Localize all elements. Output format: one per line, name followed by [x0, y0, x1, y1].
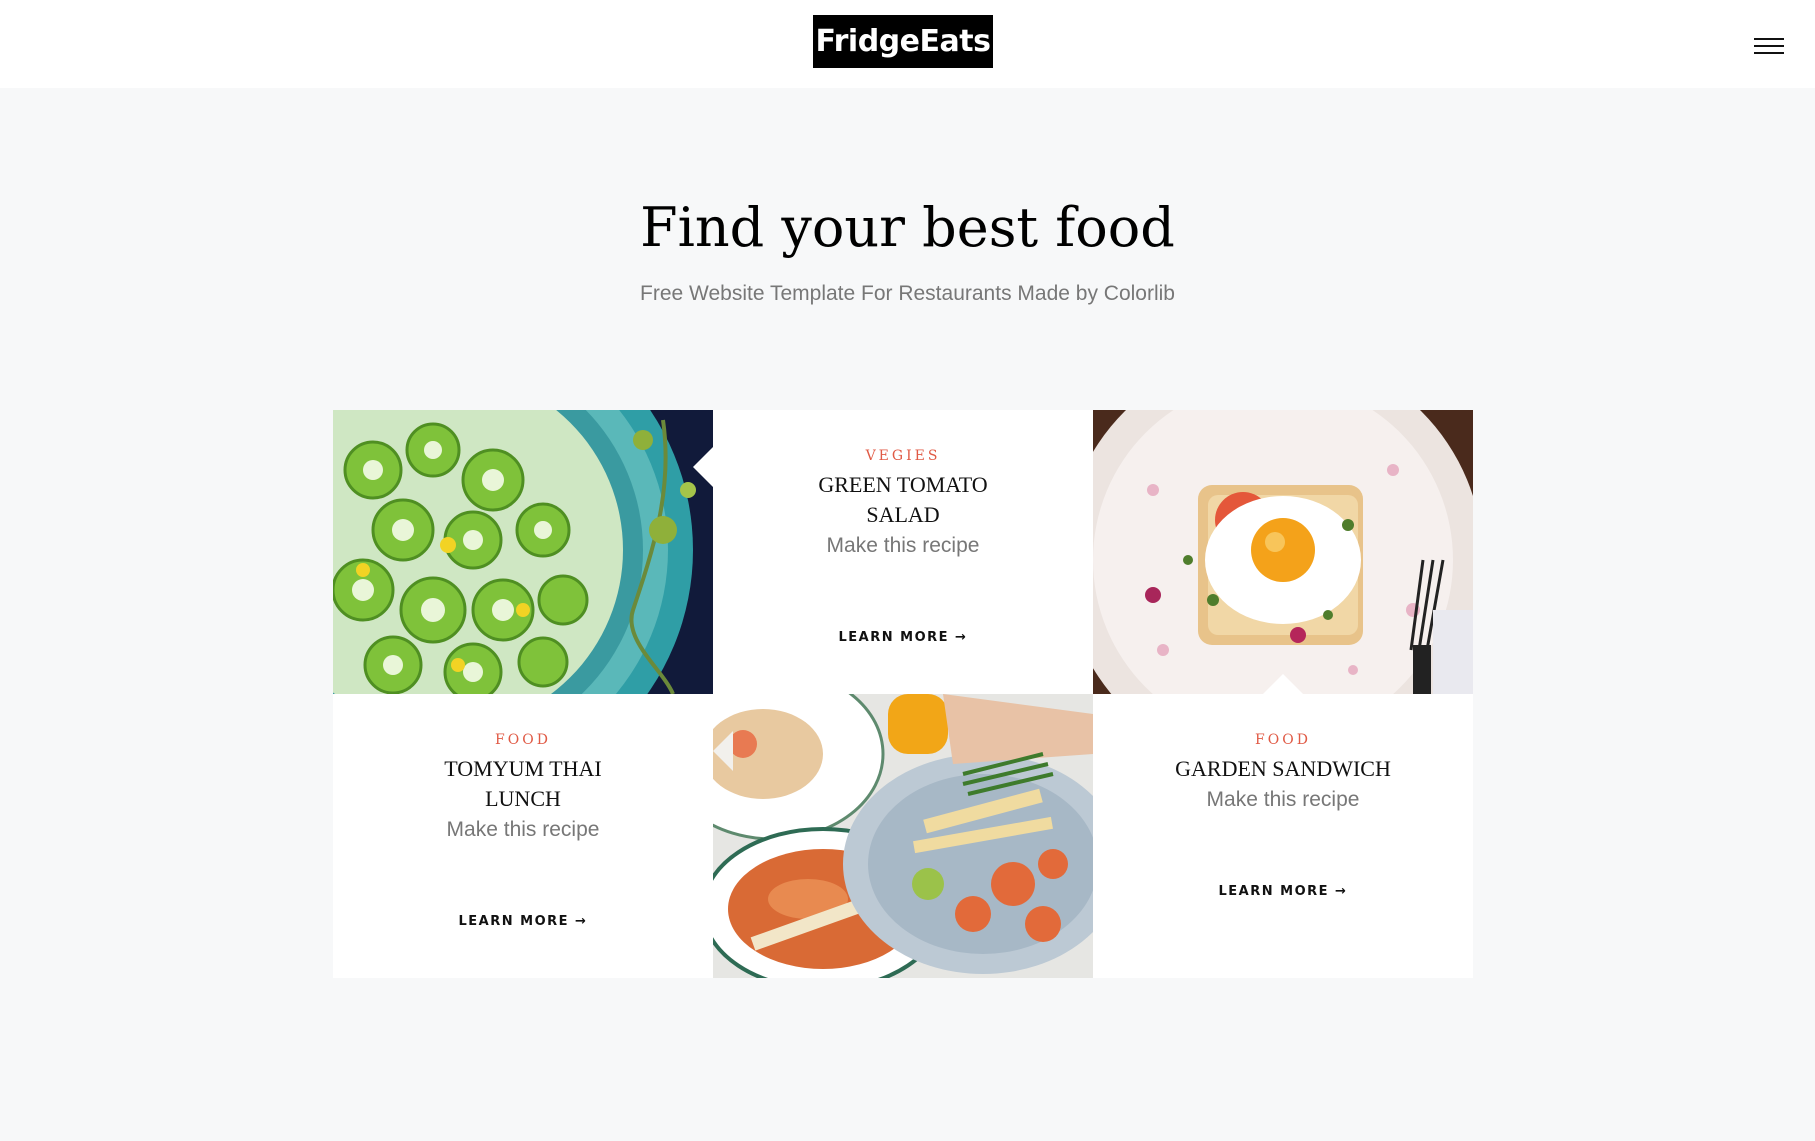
green-tomato-salad-photo: [333, 410, 713, 694]
recipe-category: FOOD: [495, 732, 551, 748]
egg-sandwich-photo: [1093, 410, 1473, 694]
page-title: Find your best food: [640, 196, 1175, 259]
recipe-card-garden-sandwich: FOOD GARDEN SANDWICH Make this recipe LE…: [1093, 694, 1473, 978]
recipe-title[interactable]: TOMYUM THAI LUNCH: [333, 754, 713, 814]
recipe-card-tomyum-thai-lunch: FOOD TOMYUM THAI LUNCH Make this recipe …: [333, 694, 713, 978]
recipe-title[interactable]: GARDEN SANDWICH: [1093, 754, 1473, 784]
recipe-description: Make this recipe: [826, 534, 980, 557]
hamburger-menu-icon[interactable]: [1754, 37, 1786, 57]
recipe-description: Make this recipe: [446, 818, 600, 841]
thai-lunch-photo: [713, 694, 1093, 978]
site-logo[interactable]: FridgeEats: [813, 15, 993, 68]
page-subtitle: Free Website Template For Restaurants Ma…: [640, 282, 1175, 305]
learn-more-link[interactable]: LEARN MORE →: [333, 914, 713, 929]
top-navigation-bar: FridgeEats: [0, 0, 1815, 88]
recipe-card-green-tomato-salad: VEGIES GREEN TOMATO SALAD Make this reci…: [713, 410, 1093, 694]
card-notch: [1263, 674, 1303, 694]
recipe-title[interactable]: GREEN TOMATO SALAD: [713, 470, 1093, 530]
learn-more-link[interactable]: LEARN MORE →: [713, 630, 1093, 645]
card-notch: [693, 447, 713, 487]
recipe-category: VEGIES: [865, 448, 941, 464]
card-notch: [713, 731, 733, 771]
recipe-description: Make this recipe: [1206, 788, 1360, 811]
learn-more-link[interactable]: LEARN MORE →: [1093, 884, 1473, 899]
recipe-category: FOOD: [1255, 732, 1311, 748]
